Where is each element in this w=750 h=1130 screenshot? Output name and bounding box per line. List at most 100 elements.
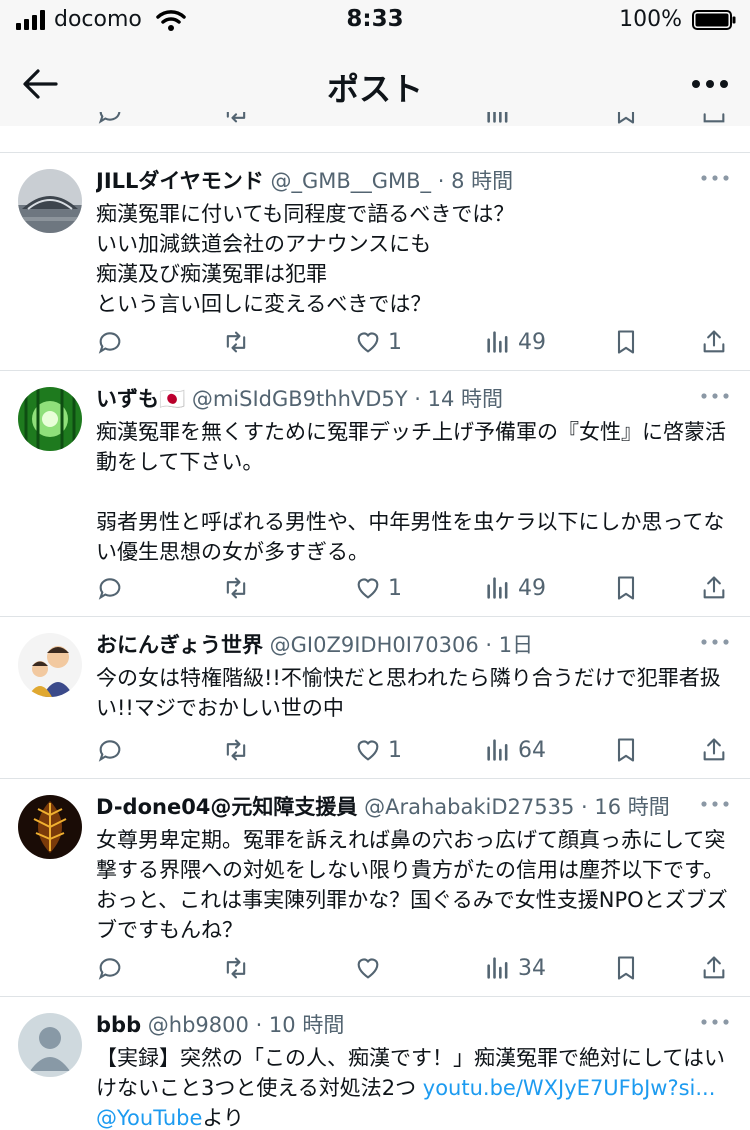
tweet-text: 今の女は特権階級!!不愉快だと思われたら隣り合うだけで犯罪者扱い!!マジでおかし… <box>96 666 721 720</box>
reply-button[interactable] <box>96 570 124 606</box>
like-count: 1 <box>388 575 402 601</box>
share-button[interactable] <box>700 324 728 360</box>
battery-icon <box>692 10 736 30</box>
retweet-button[interactable] <box>222 950 250 986</box>
tweet[interactable]: D-done04@元知障支援員 @ArahabakiD27535 · 16 時間… <box>0 779 750 996</box>
like-button[interactable] <box>354 950 388 986</box>
youtube-link[interactable]: youtu.be/WXJyE7UFbJw?si... <box>423 1076 716 1100</box>
retweet-icon[interactable] <box>222 112 250 126</box>
like-button[interactable]: 1 <box>354 732 402 768</box>
timestamp[interactable]: · 14 時間 <box>414 387 503 411</box>
avatar[interactable] <box>18 1013 82 1077</box>
reply-button[interactable] <box>96 732 124 768</box>
user-handle[interactable]: @GI0Z9IDH0I70306 <box>270 633 479 657</box>
reply-icon <box>98 578 121 600</box>
page-title: ポスト <box>326 70 423 108</box>
tweet-more-icon[interactable] <box>700 389 730 403</box>
view-count: 49 <box>518 329 546 355</box>
views-icon <box>487 739 508 761</box>
avatar[interactable] <box>18 169 82 233</box>
views-icon <box>487 957 508 979</box>
bookmark-button[interactable] <box>612 570 640 606</box>
avatar[interactable] <box>18 387 82 451</box>
retweet-button[interactable] <box>222 324 250 360</box>
retweet-icon <box>226 331 246 353</box>
youtube-mention-link[interactable]: @YouTube <box>96 1106 202 1130</box>
reply-button[interactable] <box>96 324 124 360</box>
share-button[interactable] <box>700 950 728 986</box>
reply-icon[interactable] <box>96 112 124 126</box>
share-button[interactable] <box>700 570 728 606</box>
tweet[interactable]: おにんぎょう世界 @GI0Z9IDH0I70306 · 1日 今の女は特権階級!… <box>0 617 750 778</box>
tweet-actions: 1 64 <box>96 732 734 768</box>
tweet-text: 痴漢冤罪を無くすために冤罪デッチ上げ予備軍の『女性』に啓蒙活動をして下さい。 弱… <box>96 420 726 564</box>
avatar[interactable] <box>18 633 82 697</box>
tweet[interactable]: JILLダイヤモンド @_GMB__GMB_ · 8 時間 痴漢冤罪に付いても同… <box>0 153 750 370</box>
share-icon[interactable] <box>700 112 728 126</box>
user-handle[interactable]: @hb9800 <box>148 1013 249 1037</box>
share-icon <box>703 738 725 761</box>
display-name[interactable]: おにんぎょう世界 <box>96 633 263 657</box>
display-name[interactable]: D-done04@元知障支援員 <box>96 795 357 819</box>
like-count: 1 <box>388 737 402 763</box>
views-button[interactable]: 49 <box>484 324 546 360</box>
more-options-icon[interactable] <box>688 64 732 104</box>
illustration-avatar-icon <box>18 633 82 697</box>
bookmark-button[interactable] <box>612 324 640 360</box>
views-icon <box>487 577 508 599</box>
user-handle[interactable]: @ArahabakiD27535 <box>364 795 574 819</box>
avatar[interactable] <box>18 795 82 859</box>
timestamp[interactable]: · 8 時間 <box>438 169 513 193</box>
user-handle[interactable]: @_GMB__GMB_ <box>270 169 431 193</box>
retweet-icon <box>226 957 246 979</box>
heart-icon <box>357 740 379 761</box>
share-button[interactable] <box>700 732 728 768</box>
views-button[interactable]: 34 <box>484 950 546 986</box>
views-button[interactable]: 64 <box>484 732 546 768</box>
views-icon <box>487 331 508 353</box>
like-button[interactable]: 1 <box>354 324 402 360</box>
default-avatar-icon <box>18 1013 82 1077</box>
bookmark-icon <box>617 956 635 980</box>
tweet-actions: 1 49 <box>96 324 734 360</box>
tweet-text-suffix: より <box>202 1106 244 1130</box>
status-bar: docomo 8:33 100% <box>0 0 750 42</box>
bookmark-icon <box>617 330 635 354</box>
bookmark-icon[interactable] <box>612 112 640 126</box>
like-button[interactable]: 1 <box>354 570 402 606</box>
share-icon <box>703 330 725 353</box>
user-handle[interactable]: @miSIdGB9thhVD5Y <box>192 387 408 411</box>
tweet[interactable]: いずも🇯🇵 @miSIdGB9thhVD5Y · 14 時間 痴漢冤罪を無くすた… <box>0 371 750 616</box>
bamboo-forest-photo-icon <box>18 387 82 451</box>
tweet-more-icon[interactable] <box>700 171 730 185</box>
stadium-photo-icon <box>18 169 82 233</box>
display-name[interactable]: いずも🇯🇵 <box>96 387 185 411</box>
share-icon <box>703 576 725 599</box>
tweet-more-icon[interactable] <box>700 1015 730 1029</box>
reply-button[interactable] <box>96 950 124 986</box>
like-count: 1 <box>388 329 402 355</box>
retweet-button[interactable] <box>222 732 250 768</box>
retweet-icon <box>226 739 246 761</box>
bookmark-button[interactable] <box>612 950 640 986</box>
view-count: 34 <box>518 955 546 981</box>
retweet-button[interactable] <box>222 570 250 606</box>
previous-tweet-actions <box>0 112 750 152</box>
tweet-more-icon[interactable] <box>700 635 730 649</box>
display-name[interactable]: bbb <box>96 1013 141 1037</box>
bookmark-button[interactable] <box>612 732 640 768</box>
views-button[interactable]: 49 <box>484 570 546 606</box>
tweet-header: bbb @hb9800 · 10 時間 <box>96 1009 700 1039</box>
timestamp[interactable]: · 1日 <box>485 633 533 657</box>
views-icon[interactable] <box>484 112 512 126</box>
bookmark-icon <box>617 738 635 762</box>
tweet[interactable]: bbb @hb9800 · 10 時間 【実録】突然の「この人、痴漢です！」痴漢… <box>0 997 750 1130</box>
heart-icon <box>357 332 379 353</box>
tweet-more-icon[interactable] <box>700 797 730 811</box>
timestamp[interactable]: · 10 時間 <box>256 1013 345 1037</box>
timestamp[interactable]: · 16 時間 <box>581 795 670 819</box>
tweet-header: D-done04@元知障支援員 @ArahabakiD27535 · 16 時間 <box>96 791 700 821</box>
tweet-actions: 1 49 <box>96 570 734 606</box>
tweet-header: いずも🇯🇵 @miSIdGB9thhVD5Y · 14 時間 <box>96 383 700 413</box>
display-name[interactable]: JILLダイヤモンド <box>96 169 264 193</box>
